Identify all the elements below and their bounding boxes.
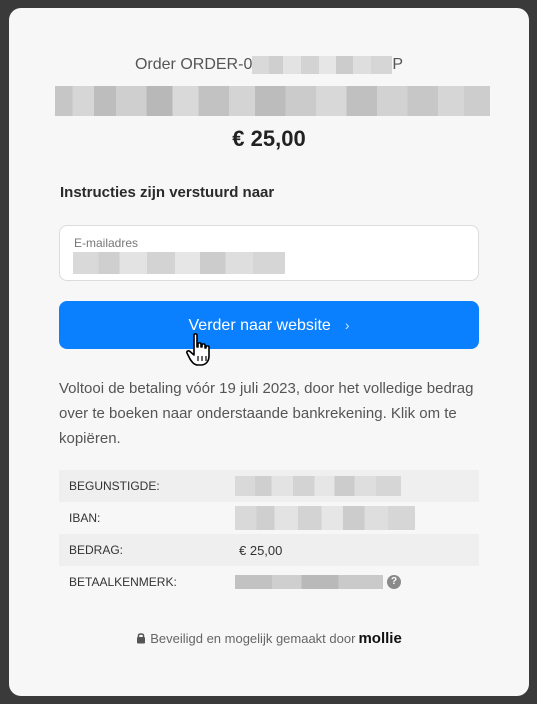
hand-pointer-icon	[185, 333, 210, 366]
order-number: Order ORDER-0 P	[9, 56, 529, 76]
bank-amount-value: € 25,00	[239, 542, 283, 558]
bank-row-value	[235, 476, 479, 496]
order-suffix: P	[392, 56, 404, 73]
redacted-reference	[235, 575, 383, 589]
chevron-right-icon: ›	[344, 317, 350, 333]
bank-row-key: BETAALKENMERK:	[69, 575, 177, 589]
bank-row-reference[interactable]: BETAALKENMERK: ?	[59, 566, 479, 598]
bank-row-iban[interactable]: IBAN:	[59, 502, 479, 534]
bank-row-value: ?	[235, 575, 479, 589]
redacted-email	[73, 252, 285, 274]
redacted-description	[55, 86, 490, 116]
help-icon[interactable]: ?	[387, 575, 401, 589]
redacted-iban	[235, 506, 415, 530]
mollie-logo[interactable]: mollie	[358, 630, 401, 647]
bank-row-amount[interactable]: BEDRAG: € 25,00	[59, 534, 479, 566]
order-prefix: Order ORDER-0	[134, 56, 253, 73]
bank-row-key: BEDRAG:	[69, 543, 124, 557]
payment-instructions-text: Voltooi de betaling vóór 19 juli 2023, d…	[59, 380, 474, 447]
email-label: E-mailadres	[74, 236, 139, 250]
bank-row-value	[235, 506, 479, 530]
bank-row-key: IBAN:	[69, 511, 101, 525]
footer-text: Beveiligd en mogelijk gemaakt door	[150, 631, 356, 646]
email-field[interactable]: E-mailadres	[59, 225, 479, 281]
redacted-order-id	[252, 56, 393, 74]
continue-to-website-button[interactable]: Verder naar website ›	[59, 301, 479, 349]
bank-details-table: BEGUNSTIGDE: IBAN: BEDRAG: € 25,00 BETAA…	[59, 470, 479, 598]
redacted-beneficiary	[235, 476, 401, 496]
bank-row-beneficiary[interactable]: BEGUNSTIGDE:	[59, 470, 479, 502]
payment-amount: € 25,00	[232, 126, 306, 151]
footer: Beveiligd en mogelijk gemaakt door mollie	[9, 630, 529, 647]
payment-card: Order ORDER-0 P € 25,00 Instructies zijn …	[9, 8, 529, 696]
lock-icon	[137, 633, 146, 644]
instructions-heading: Instructies zijn verstuurd naar	[60, 184, 275, 201]
bank-row-value: € 25,00	[235, 543, 479, 558]
bank-row-key: BEGUNSTIGDE:	[69, 479, 160, 493]
